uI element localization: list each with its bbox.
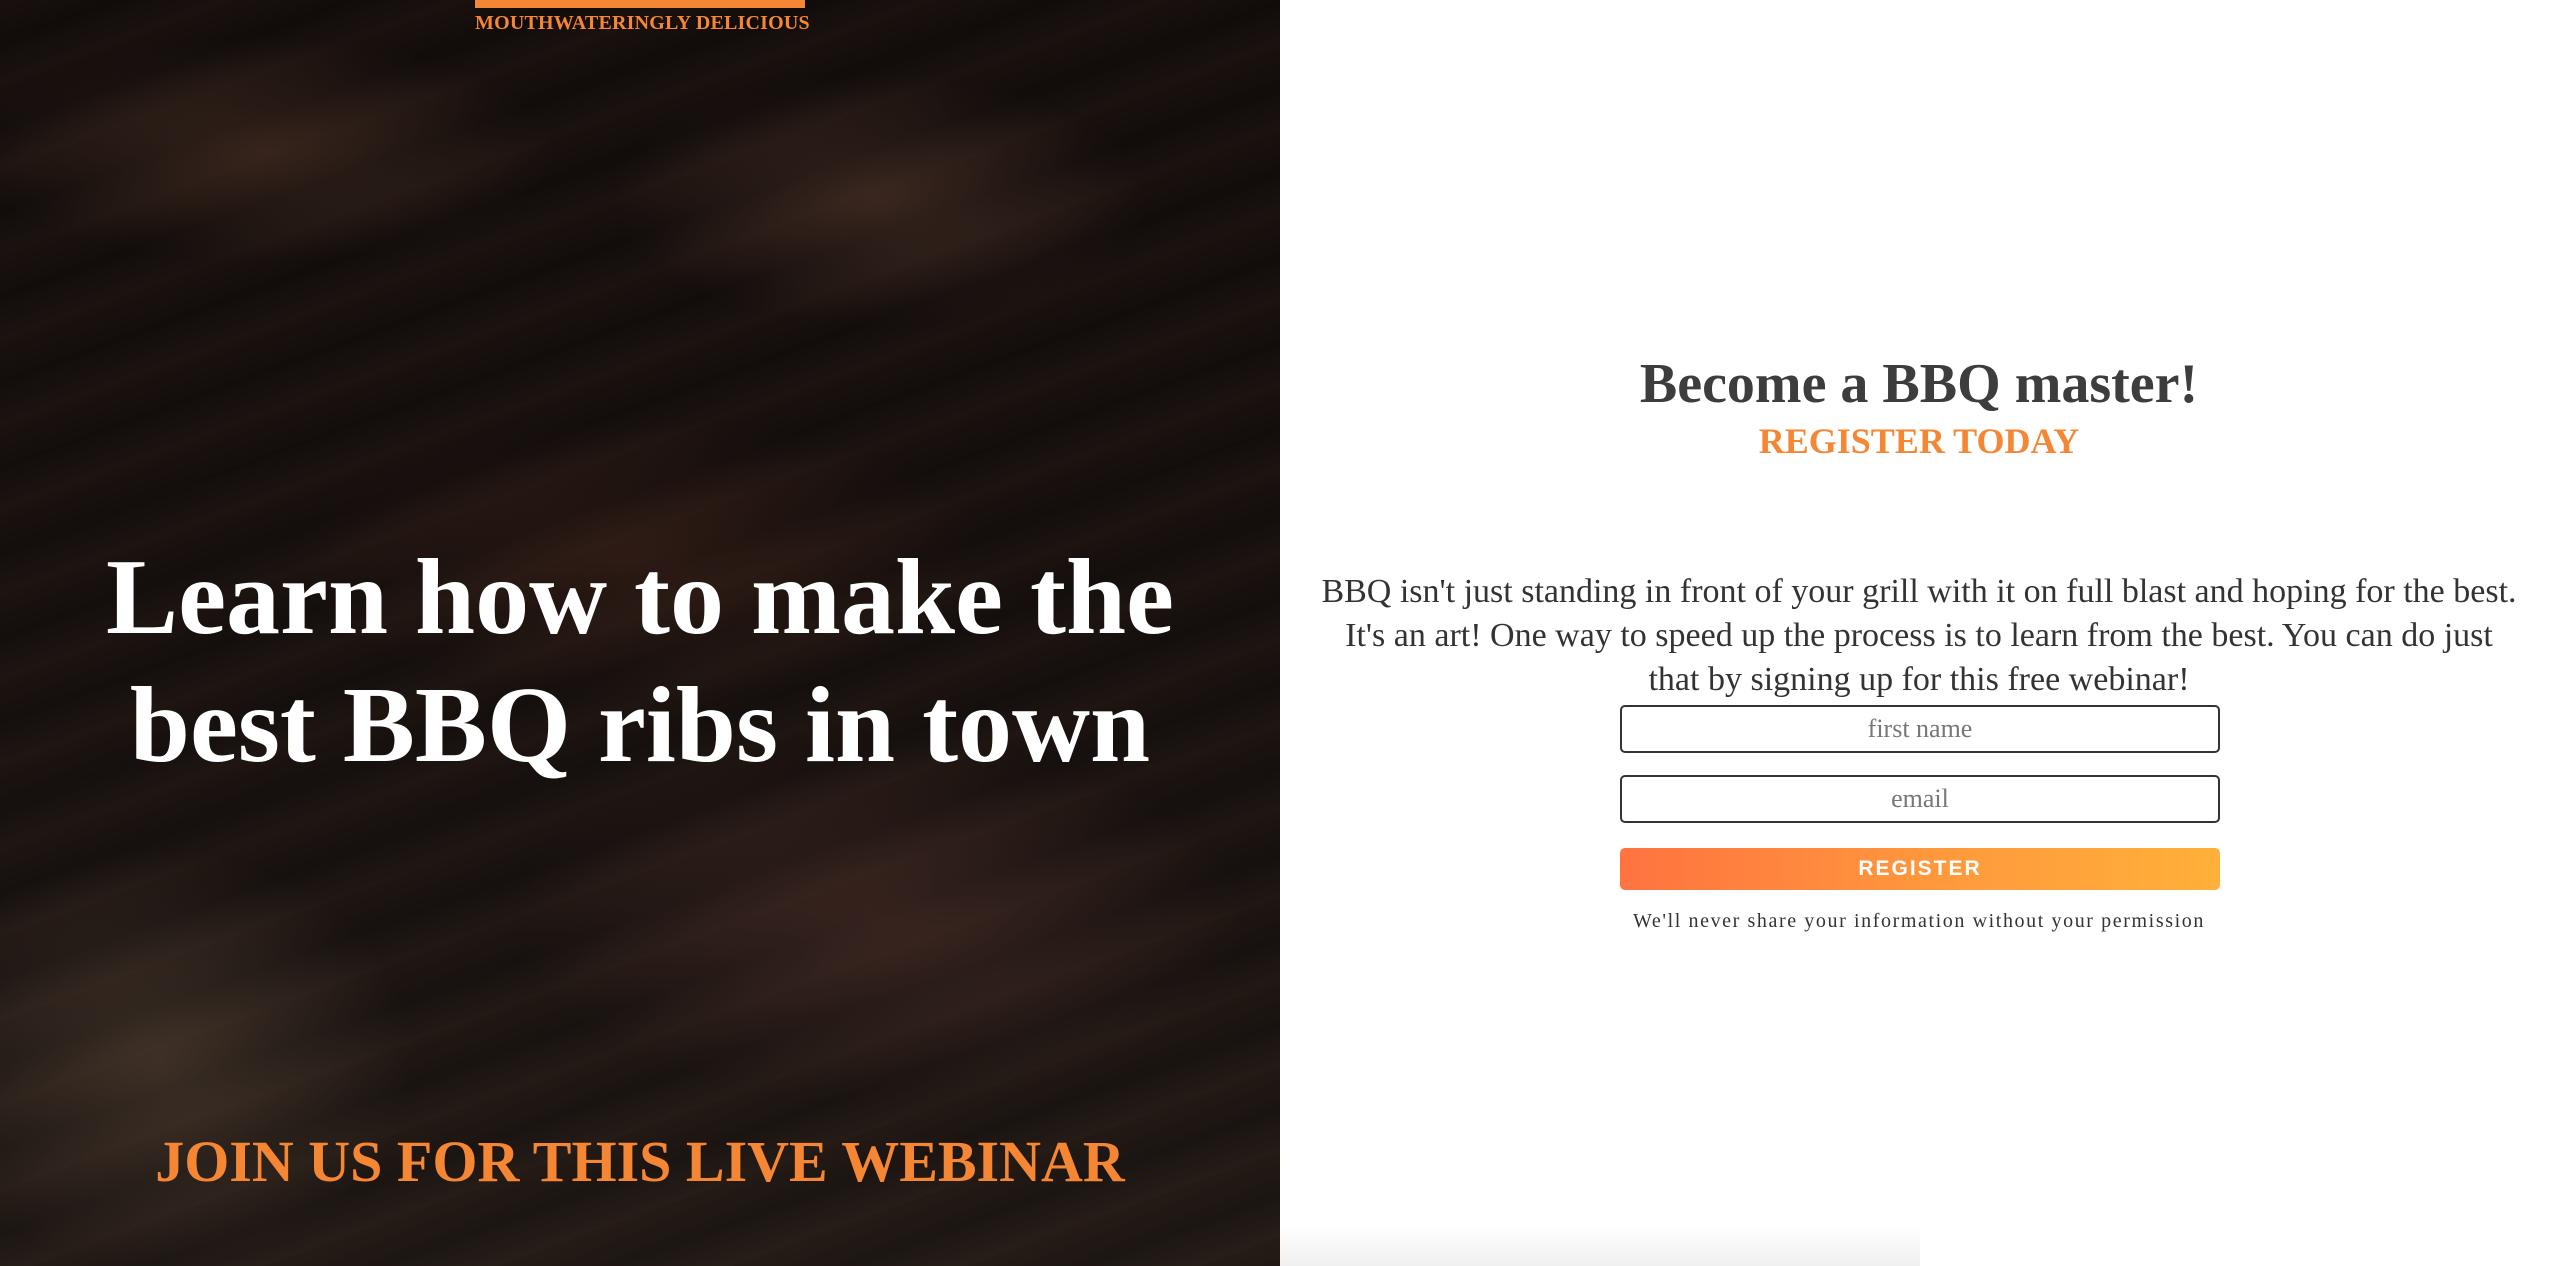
registration-panel: Become a BBQ master! REGISTER TODAY BBQ … [1280, 0, 2558, 1266]
register-button[interactable]: REGISTER [1620, 848, 2220, 890]
brand-tagline: MOUTHWATERINGLY DELICIOUS [475, 12, 810, 34]
landing-page: MOUTHWATERINGLY DELICIOUS Learn how to m… [0, 0, 2558, 1266]
form-subtitle: REGISTER TODAY [1758, 421, 2080, 461]
hero-headline: Learn how to make the best BBQ ribs in t… [80, 534, 1200, 790]
first-name-input[interactable] [1620, 705, 2220, 753]
headline-text-2: in town [778, 666, 1151, 786]
email-input[interactable] [1620, 775, 2220, 823]
hero-panel: MOUTHWATERINGLY DELICIOUS Learn how to m… [0, 0, 1280, 1266]
privacy-note: We'll never share your information witho… [1633, 910, 2205, 932]
webinar-cta-text: JOIN US FOR THIS LIVE WEBINAR [155, 1129, 1125, 1194]
form-description: BBQ isn't just standing in front of your… [1321, 573, 2517, 698]
brand-accent-bar [475, 0, 805, 8]
form-title: Become a BBQ master! [1639, 353, 2199, 415]
headline-text-1: Learn how to make [106, 538, 1030, 658]
